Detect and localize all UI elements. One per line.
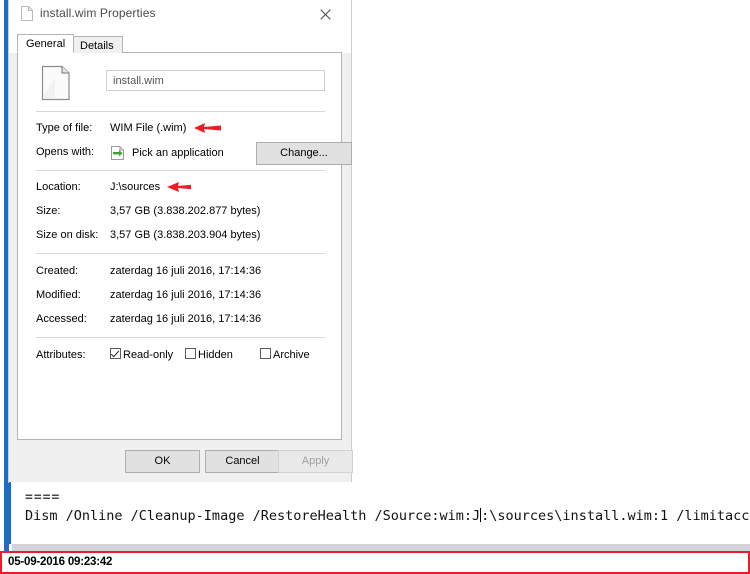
filename-field[interactable]: install.wim [106, 70, 325, 91]
row-value: 3,57 GB (3.838.203.904 bytes) [110, 229, 261, 241]
divider-1 [36, 111, 325, 112]
editor-left-stripe-inner [0, 0, 4, 574]
file-icon [21, 6, 33, 21]
checkbox-hidden[interactable]: Hidden [185, 348, 233, 364]
row-value: J:\sources [110, 181, 161, 193]
row-label: Location: [36, 181, 81, 193]
separator-marks: ==== [25, 490, 61, 505]
annotation-arrow-location [166, 180, 196, 194]
checkbox-label: Read-only [123, 349, 174, 361]
tab-strip: General Details [9, 29, 351, 53]
row-modified: Modified: zaterdag 16 juli 2016, 17:14:3… [36, 289, 331, 305]
general-tab-panel: install.wim Type of file: WIM File (.wim… [17, 52, 352, 440]
dism-command-line[interactable]: Dism /Online /Cleanup-Image /RestoreHeal… [25, 508, 750, 524]
command-text-before-caret: Dism /Online /Cleanup-Image /RestoreHeal… [25, 508, 481, 524]
row-created: Created: zaterdag 16 juli 2016, 17:14:36 [36, 265, 331, 281]
row-label: Accessed: [36, 313, 87, 325]
row-label: Size: [36, 205, 61, 217]
row-opens-with: Opens with: Pick an application Change..… [36, 142, 352, 165]
close-icon[interactable] [305, 0, 345, 29]
dialog-title: install.wim Properties [40, 6, 156, 20]
horizontal-scrollbar-thumb[interactable] [12, 544, 750, 551]
row-label: Type of file: [36, 122, 93, 134]
command-text-area[interactable]: ==== Dism /Online /Cleanup-Image /Restor… [9, 482, 750, 544]
checkbox-label: Hidden [198, 349, 233, 361]
row-value: zaterdag 16 juli 2016, 17:14:36 [110, 289, 262, 301]
annotation-arrow-type-of-file [193, 121, 223, 135]
tab-details[interactable]: Details [71, 36, 123, 53]
row-value: 3,57 GB (3.838.202.877 bytes) [110, 205, 261, 217]
horizontal-scrollbar[interactable] [12, 544, 750, 551]
change-button[interactable]: Change... [256, 142, 352, 165]
row-size: Size: 3,57 GB (3.838.202.877 bytes) [36, 205, 331, 221]
row-size-on-disk: Size on disk: 3,57 GB (3.838.203.904 byt… [36, 229, 331, 245]
checkbox-box [260, 348, 271, 359]
row-value: zaterdag 16 juli 2016, 17:14:36 [110, 313, 262, 325]
tab-general[interactable]: General [17, 34, 75, 53]
timestamp-status-bar: 05-09-2016 09:23:42 [0, 551, 750, 574]
checkbox-read-only[interactable]: Read-only [110, 348, 173, 364]
row-label: Modified: [36, 289, 81, 301]
checkbox-label: Archive [273, 349, 310, 361]
ok-button[interactable]: OK [125, 450, 200, 473]
divider-3 [36, 253, 325, 254]
row-value: WIM File (.wim) [110, 122, 187, 134]
divider-2 [36, 170, 325, 171]
opens-with-value: Pick an application [132, 147, 224, 159]
timestamp-value: 05-09-2016 09:23:42 [8, 556, 113, 568]
row-label: Size on disk: [36, 229, 99, 241]
filename-value: install.wim [113, 75, 164, 87]
generic-file-icon [41, 65, 71, 101]
row-attributes: Attributes: Read-only Hidden Archive [36, 348, 331, 365]
apply-button: Apply [278, 450, 353, 473]
command-text-after-caret: :\sources\install.wim:1 /limitaccess [481, 508, 750, 524]
properties-dialog: install.wim Properties General Details i… [9, 0, 353, 482]
checkbox-box [110, 348, 121, 359]
divider-4 [36, 337, 325, 338]
editor-left-stripe [0, 0, 9, 574]
checkbox-archive[interactable]: Archive [260, 348, 310, 364]
checkbox-box [185, 348, 196, 359]
row-value: zaterdag 16 juli 2016, 17:14:36 [110, 265, 262, 277]
application-file-icon [110, 145, 126, 161]
row-accessed: Accessed: zaterdag 16 juli 2016, 17:14:3… [36, 313, 331, 329]
cancel-button[interactable]: Cancel [205, 450, 280, 473]
row-label: Attributes: [36, 349, 86, 361]
row-type-of-file: Type of file: WIM File (.wim) [36, 122, 331, 138]
row-label: Opens with: [36, 146, 95, 158]
dialog-titlebar: install.wim Properties [9, 0, 351, 29]
row-label: Created: [36, 265, 79, 277]
